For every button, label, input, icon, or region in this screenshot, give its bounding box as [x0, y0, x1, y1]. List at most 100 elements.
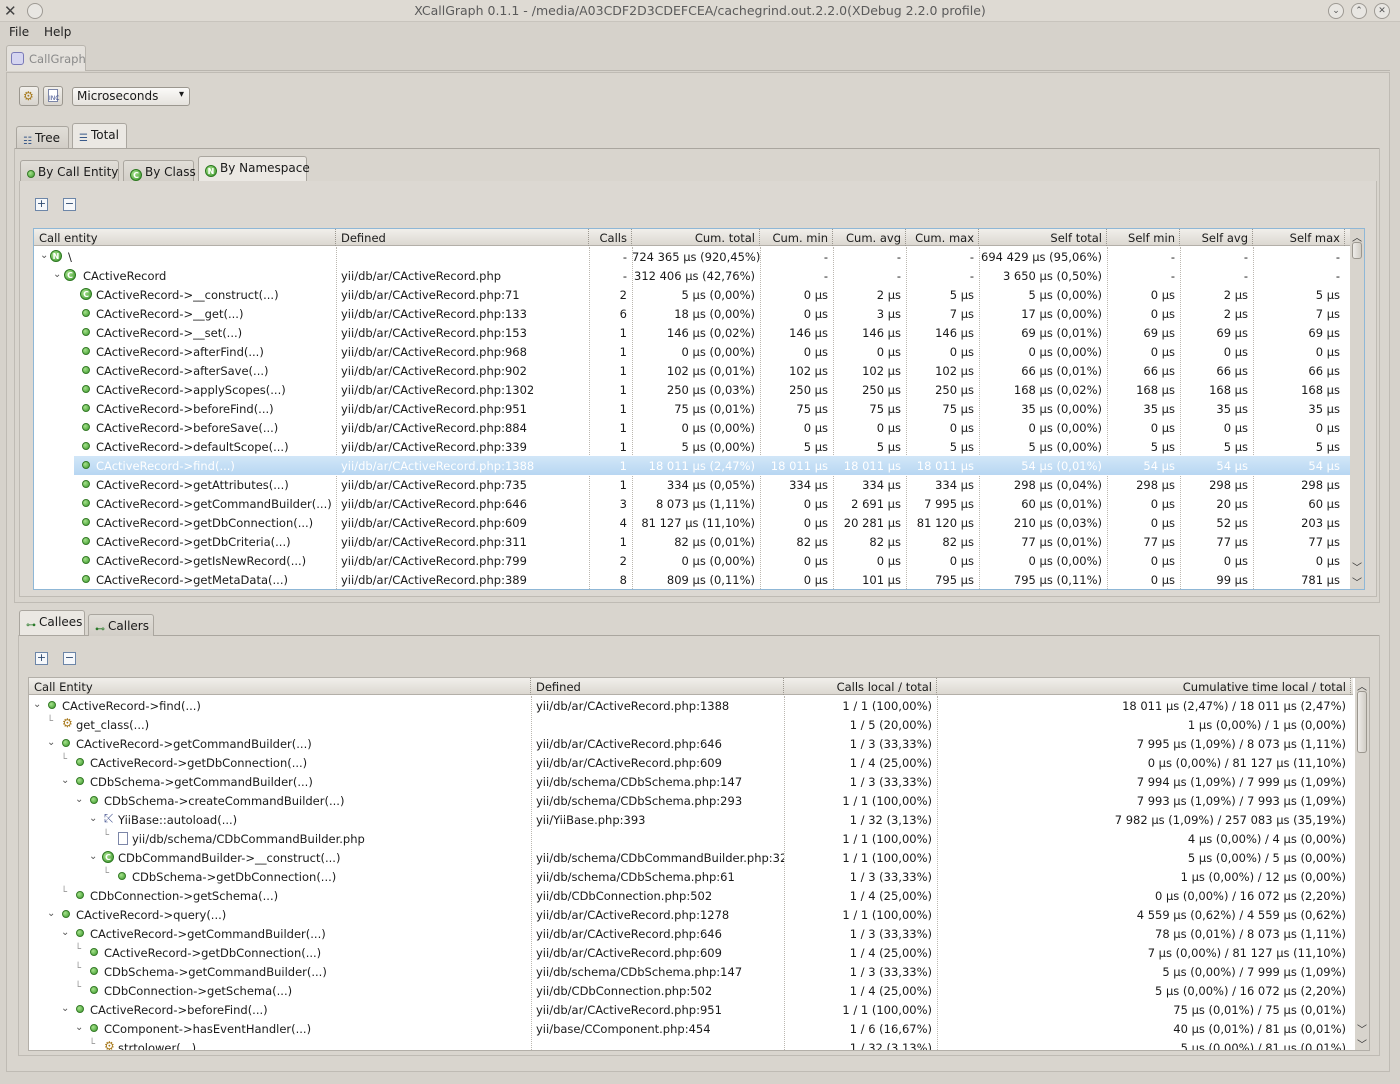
callee-row[interactable]: └ CDbConnection->getSchema(...) yii/db/CDb… — [29, 981, 1353, 1000]
method-row[interactable]: CActiveRecord->getAttributes(...) yii/db/… — [34, 475, 1350, 494]
namespace-row[interactable]: ⌄ N \ -724 365 μs (920,45%) - - -694 429 μs (9… — [34, 247, 1350, 266]
top-cell-calls: 1 — [619, 440, 627, 454]
callee-cell-name: get_class(...) — [76, 718, 150, 732]
expand-arrow-icon[interactable]: ⌄ — [61, 775, 69, 786]
method-row[interactable]: CActiveRecord->getDbCriteria(...) yii/db/… — [34, 532, 1350, 551]
top-col-header-cum-avg[interactable]: Cum. avg — [833, 229, 906, 246]
method-row[interactable]: CActiveRecord->afterFind(...) yii/db/ar/C… — [34, 342, 1350, 361]
menu-file[interactable]: File — [9, 25, 29, 39]
callee-row[interactable]: ⌄ CActiveRecord->query(...) yii/db/ar/CAct… — [29, 905, 1353, 924]
top-col-header-calls[interactable]: Calls — [589, 229, 632, 246]
top-col-header-self-min[interactable]: Self min — [1107, 229, 1180, 246]
top-col-header-self-avg[interactable]: Self avg — [1180, 229, 1253, 246]
callee-row[interactable]: └ ⚙ get_class(...) 1 / 5 (20,00%) 1 μs (0,00… — [29, 715, 1353, 734]
class-row[interactable]: ⌄ C CActiveRecord yii/db/ar/CActiveRecord.p… — [34, 266, 1350, 285]
expand-arrow-icon[interactable]: ⌄ — [47, 908, 55, 919]
bottom-col-header-name[interactable]: Call Entity — [29, 678, 531, 695]
expand-arrow-icon[interactable]: ⌄ — [40, 250, 48, 261]
method-row[interactable]: CActiveRecord->beforeSave(...) yii/db/ar/… — [34, 418, 1350, 437]
callee-row[interactable]: ⌄ ⤪ YiiBase::autoload(...) yii/YiiBase.php:… — [29, 810, 1353, 829]
scroll-down-arrow[interactable]: ﹀ — [1351, 574, 1363, 589]
tab-total[interactable]: ☰ Total — [72, 123, 127, 148]
callee-row[interactable]: ⌄ C CDbCommandBuilder->__construct(...) yii… — [29, 848, 1353, 867]
bottom-col-header-time[interactable]: Cumulative time local / total — [937, 678, 1351, 695]
callee-row[interactable]: ⌄ CActiveRecord->getCommandBuilder(...) yi… — [29, 924, 1353, 943]
expand-arrow-icon[interactable]: ⌄ — [61, 927, 69, 938]
method-row[interactable]: CActiveRecord->applyScopes(...) yii/db/ar… — [34, 380, 1350, 399]
method-row[interactable]: CActiveRecord->__set(...) yii/db/ar/CActi… — [34, 323, 1350, 342]
function-icon-button[interactable]: ⚙ — [19, 86, 39, 106]
collapse-all-button[interactable]: − — [63, 198, 76, 211]
method-row[interactable]: CActiveRecord->getDbConnection(...) yii/d… — [34, 513, 1350, 532]
callee-row[interactable]: └ CActiveRecord->getDbConnection(...) yii/… — [29, 753, 1353, 772]
callee-row[interactable]: ⌄ CDbSchema->createCommandBuilder(...) yii… — [29, 791, 1353, 810]
callee-row[interactable]: └ CDbSchema->getCommandBuilder(...) yii/db… — [29, 962, 1353, 981]
callee-row[interactable]: └ CDbSchema->getDbConnection(...) yii/db/s… — [29, 867, 1353, 886]
php-function-icon: ⚙ — [62, 716, 73, 730]
scroll-down-arrow-mid[interactable]: ﹀ — [1351, 559, 1363, 574]
expand-arrow-icon[interactable]: ⌄ — [47, 737, 55, 748]
top-col-header-cum-min[interactable]: Cum. min — [760, 229, 833, 246]
callee-row[interactable]: └ yii/db/schema/CDbCommandBuilder.php 1 / … — [29, 829, 1353, 848]
top-col-header-cum-total[interactable]: Cum. total — [632, 229, 760, 246]
tab-callers[interactable]: ⊷ Callers — [88, 614, 154, 636]
method-row[interactable]: CActiveRecord->find(...) yii/db/ar/CActiv… — [74, 456, 1364, 475]
method-row[interactable]: CActiveRecord->afterSave(...) yii/db/ar/C… — [34, 361, 1350, 380]
callees-expand-all-button[interactable]: + — [35, 652, 48, 665]
tab-tree[interactable]: ☷ Tree — [16, 126, 69, 148]
include-file-button[interactable]: INC — [43, 86, 63, 106]
top-col-header-self-total[interactable]: Self total — [979, 229, 1107, 246]
bottom-col-header-defined[interactable]: Defined — [531, 678, 784, 695]
callee-row[interactable]: └ CDbConnection->getSchema(...) yii/db/CDb… — [29, 886, 1353, 905]
bottom-table-scrollbar[interactable]: ︿ ﹀ ﹀ — [1355, 678, 1369, 1050]
tab-by-namespace[interactable]: N By Namespace — [198, 156, 310, 181]
method-row[interactable]: CActiveRecord->__get(...) yii/db/ar/CActi… — [34, 304, 1350, 323]
method-row[interactable]: C CActiveRecord->__construct(...) yii/db/a… — [34, 285, 1350, 304]
scroll-thumb[interactable] — [1352, 242, 1362, 259]
document-tab-callgraph[interactable]: CallGraph — [6, 45, 86, 71]
expand-arrow-icon[interactable]: ⌄ — [89, 813, 97, 824]
bottom-scroll-down-arrow[interactable]: ﹀ — [1356, 1036, 1368, 1050]
expand-arrow-icon[interactable]: ⌄ — [75, 794, 83, 805]
tab-callees[interactable]: ⊶ Callees — [19, 610, 85, 635]
minimize-icon[interactable]: ⌄ — [1328, 3, 1344, 19]
callee-row[interactable]: └ ⚙ strtolower(...) 1 / 32 (3,13%) 5 μs (0,0… — [29, 1038, 1353, 1050]
expand-arrow-icon[interactable]: ⌄ — [89, 851, 97, 862]
expand-arrow-icon[interactable]: ⌄ — [53, 269, 61, 280]
callee-row[interactable]: ⌄ CActiveRecord->find(...) yii/db/ar/CActi… — [29, 696, 1353, 715]
method-row[interactable]: CActiveRecord->getCommandBuilder(...) yii… — [34, 494, 1350, 513]
menu-help[interactable]: Help — [44, 25, 71, 39]
call-entity-table: Call entity Defined Calls Cum. total Cum. mi… — [33, 228, 1365, 590]
tab-by-class[interactable]: C By Class — [123, 160, 196, 182]
callee-cell-calls: 1 / 4 (25,00%) — [849, 984, 932, 998]
expand-all-button[interactable]: + — [35, 198, 48, 211]
top-col-header-defined[interactable]: Defined — [336, 229, 589, 246]
bottom-col-header-calls[interactable]: Calls local / total — [784, 678, 937, 695]
expand-arrow-icon[interactable]: ⌄ — [61, 1003, 69, 1014]
method-row[interactable]: CActiveRecord->defaultScope(...) yii/db/a… — [34, 437, 1350, 456]
callee-row[interactable]: ⌄ CActiveRecord->beforeFind(...) yii/db/ar… — [29, 1000, 1353, 1019]
close-icon[interactable]: ✕ — [1374, 3, 1390, 19]
top-col-header-self-max[interactable]: Self max — [1253, 229, 1345, 246]
top-cell-self-total: 694 429 μs (95,06%) — [981, 250, 1102, 264]
callee-cell-time: 5 μs (0,00%) / 16 072 μs (2,20%) — [1155, 984, 1346, 998]
top-col-header-cum-max[interactable]: Cum. max — [906, 229, 979, 246]
callee-row[interactable]: ⌄ CComponent->hasEventHandler(...) yii/bas… — [29, 1019, 1353, 1038]
method-row[interactable]: CActiveRecord->beforeFind(...) yii/db/ar/… — [34, 399, 1350, 418]
expand-arrow-icon[interactable]: ⌄ — [75, 1022, 83, 1033]
top-col-header-name[interactable]: Call entity — [34, 229, 336, 246]
top-table-scrollbar[interactable]: ︿ ﹀ ﹀ — [1350, 229, 1364, 589]
bottom-scroll-down-arrow-mid[interactable]: ﹀ — [1356, 1021, 1368, 1036]
callee-row[interactable]: ⌄ CActiveRecord->getCommandBuilder(...) yi… — [29, 734, 1353, 753]
bottom-scroll-thumb[interactable] — [1357, 691, 1367, 753]
expand-arrow-icon[interactable]: ⌄ — [33, 699, 41, 710]
time-unit-select[interactable]: Microseconds ▾ — [72, 87, 190, 106]
tab-by-call-entity[interactable]: By Call Entity — [20, 160, 119, 182]
maximize-icon[interactable]: ⌃ — [1351, 3, 1367, 19]
method-row[interactable]: CActiveRecord->getMetaData(...) yii/db/ar… — [34, 570, 1350, 589]
callees-collapse-all-button[interactable]: − — [63, 652, 76, 665]
callee-cell-calls: 1 / 3 (33,33%) — [849, 775, 932, 789]
method-row[interactable]: CActiveRecord->getIsNewRecord(...) yii/db… — [34, 551, 1350, 570]
callee-row[interactable]: └ CActiveRecord->getDbConnection(...) yii/… — [29, 943, 1353, 962]
callee-row[interactable]: ⌄ CDbSchema->getCommandBuilder(...) yii/db… — [29, 772, 1353, 791]
